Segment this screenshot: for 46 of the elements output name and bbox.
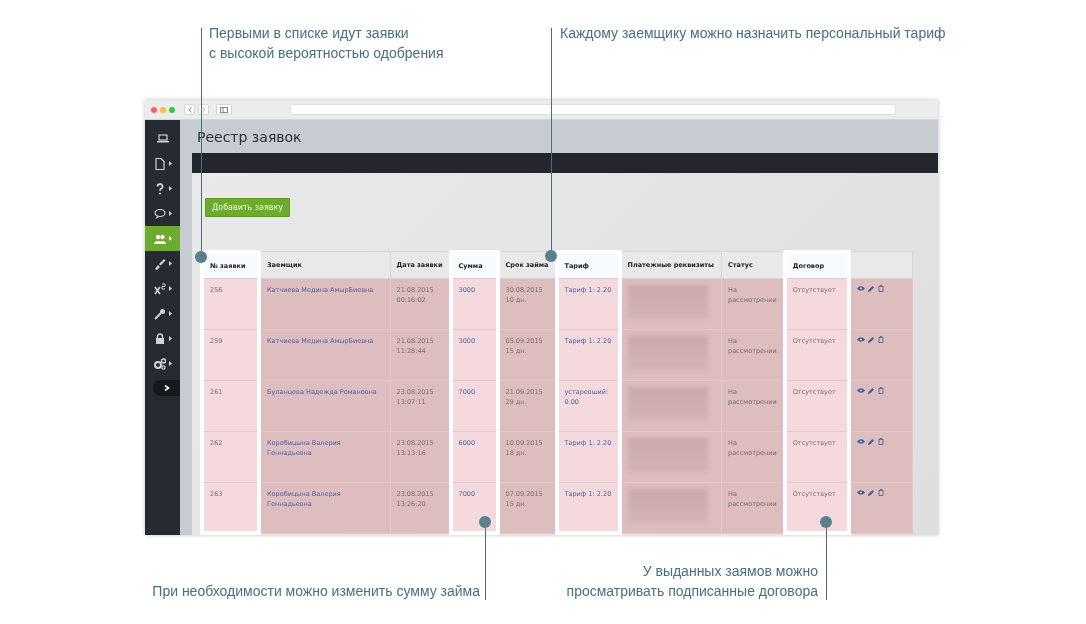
pencil-icon[interactable] [867, 437, 875, 445]
chevron-left-icon [187, 106, 192, 113]
trash-icon[interactable] [877, 284, 884, 292]
caret-icon [168, 211, 172, 216]
eye-icon[interactable] [856, 335, 865, 343]
chevron-right-icon [201, 106, 206, 113]
callout-text: Первыми в списке идут заявки с высокой вероятностью одобрения [209, 24, 444, 63]
caret-icon [168, 311, 172, 316]
pencil-icon[interactable] [867, 386, 875, 394]
caret-icon [168, 161, 172, 166]
caret-icon [168, 286, 172, 291]
close-button[interactable] [151, 106, 157, 113]
lock-icon [153, 332, 166, 345]
users-icon [153, 232, 166, 245]
eye-icon[interactable] [856, 488, 865, 496]
wrench-icon [153, 307, 166, 320]
eye-icon[interactable] [856, 437, 865, 445]
caret-icon [168, 261, 172, 266]
caret-icon [168, 336, 172, 341]
caret-icon [168, 236, 172, 241]
brush-icon [153, 257, 166, 270]
gears-icon [153, 357, 166, 370]
sidebar-toggle-button[interactable] [216, 104, 232, 115]
trash-icon[interactable] [877, 335, 884, 343]
add-request-button[interactable]: Добавить заявку [205, 197, 291, 217]
back-button[interactable] [184, 104, 195, 115]
callout-text: При необходимости можно изменить сумму займа [152, 582, 480, 601]
chevron-right-icon [163, 385, 170, 391]
callout-text: Каждому заемщику можно назначить персональный тариф [560, 24, 946, 43]
pencil-icon[interactable] [867, 335, 875, 343]
pencil-icon[interactable] [867, 284, 875, 292]
eye-icon[interactable] [856, 386, 865, 394]
collapse-button[interactable] [153, 380, 180, 396]
caret-icon [168, 361, 172, 366]
caret-icon [168, 186, 172, 191]
trash-icon[interactable] [877, 437, 884, 445]
eye-icon[interactable] [856, 284, 865, 292]
speech-bubble-icon [153, 207, 166, 220]
pencil-icon[interactable] [867, 488, 875, 496]
sidebar-icon [220, 106, 228, 113]
callout-text: У выданных заямов можно просматривать подписанные договора [566, 562, 818, 601]
superscript-icon [153, 282, 166, 295]
trash-icon[interactable] [877, 488, 884, 496]
file-icon [153, 157, 166, 170]
laptop-icon [156, 132, 169, 145]
trash-icon[interactable] [877, 386, 884, 394]
